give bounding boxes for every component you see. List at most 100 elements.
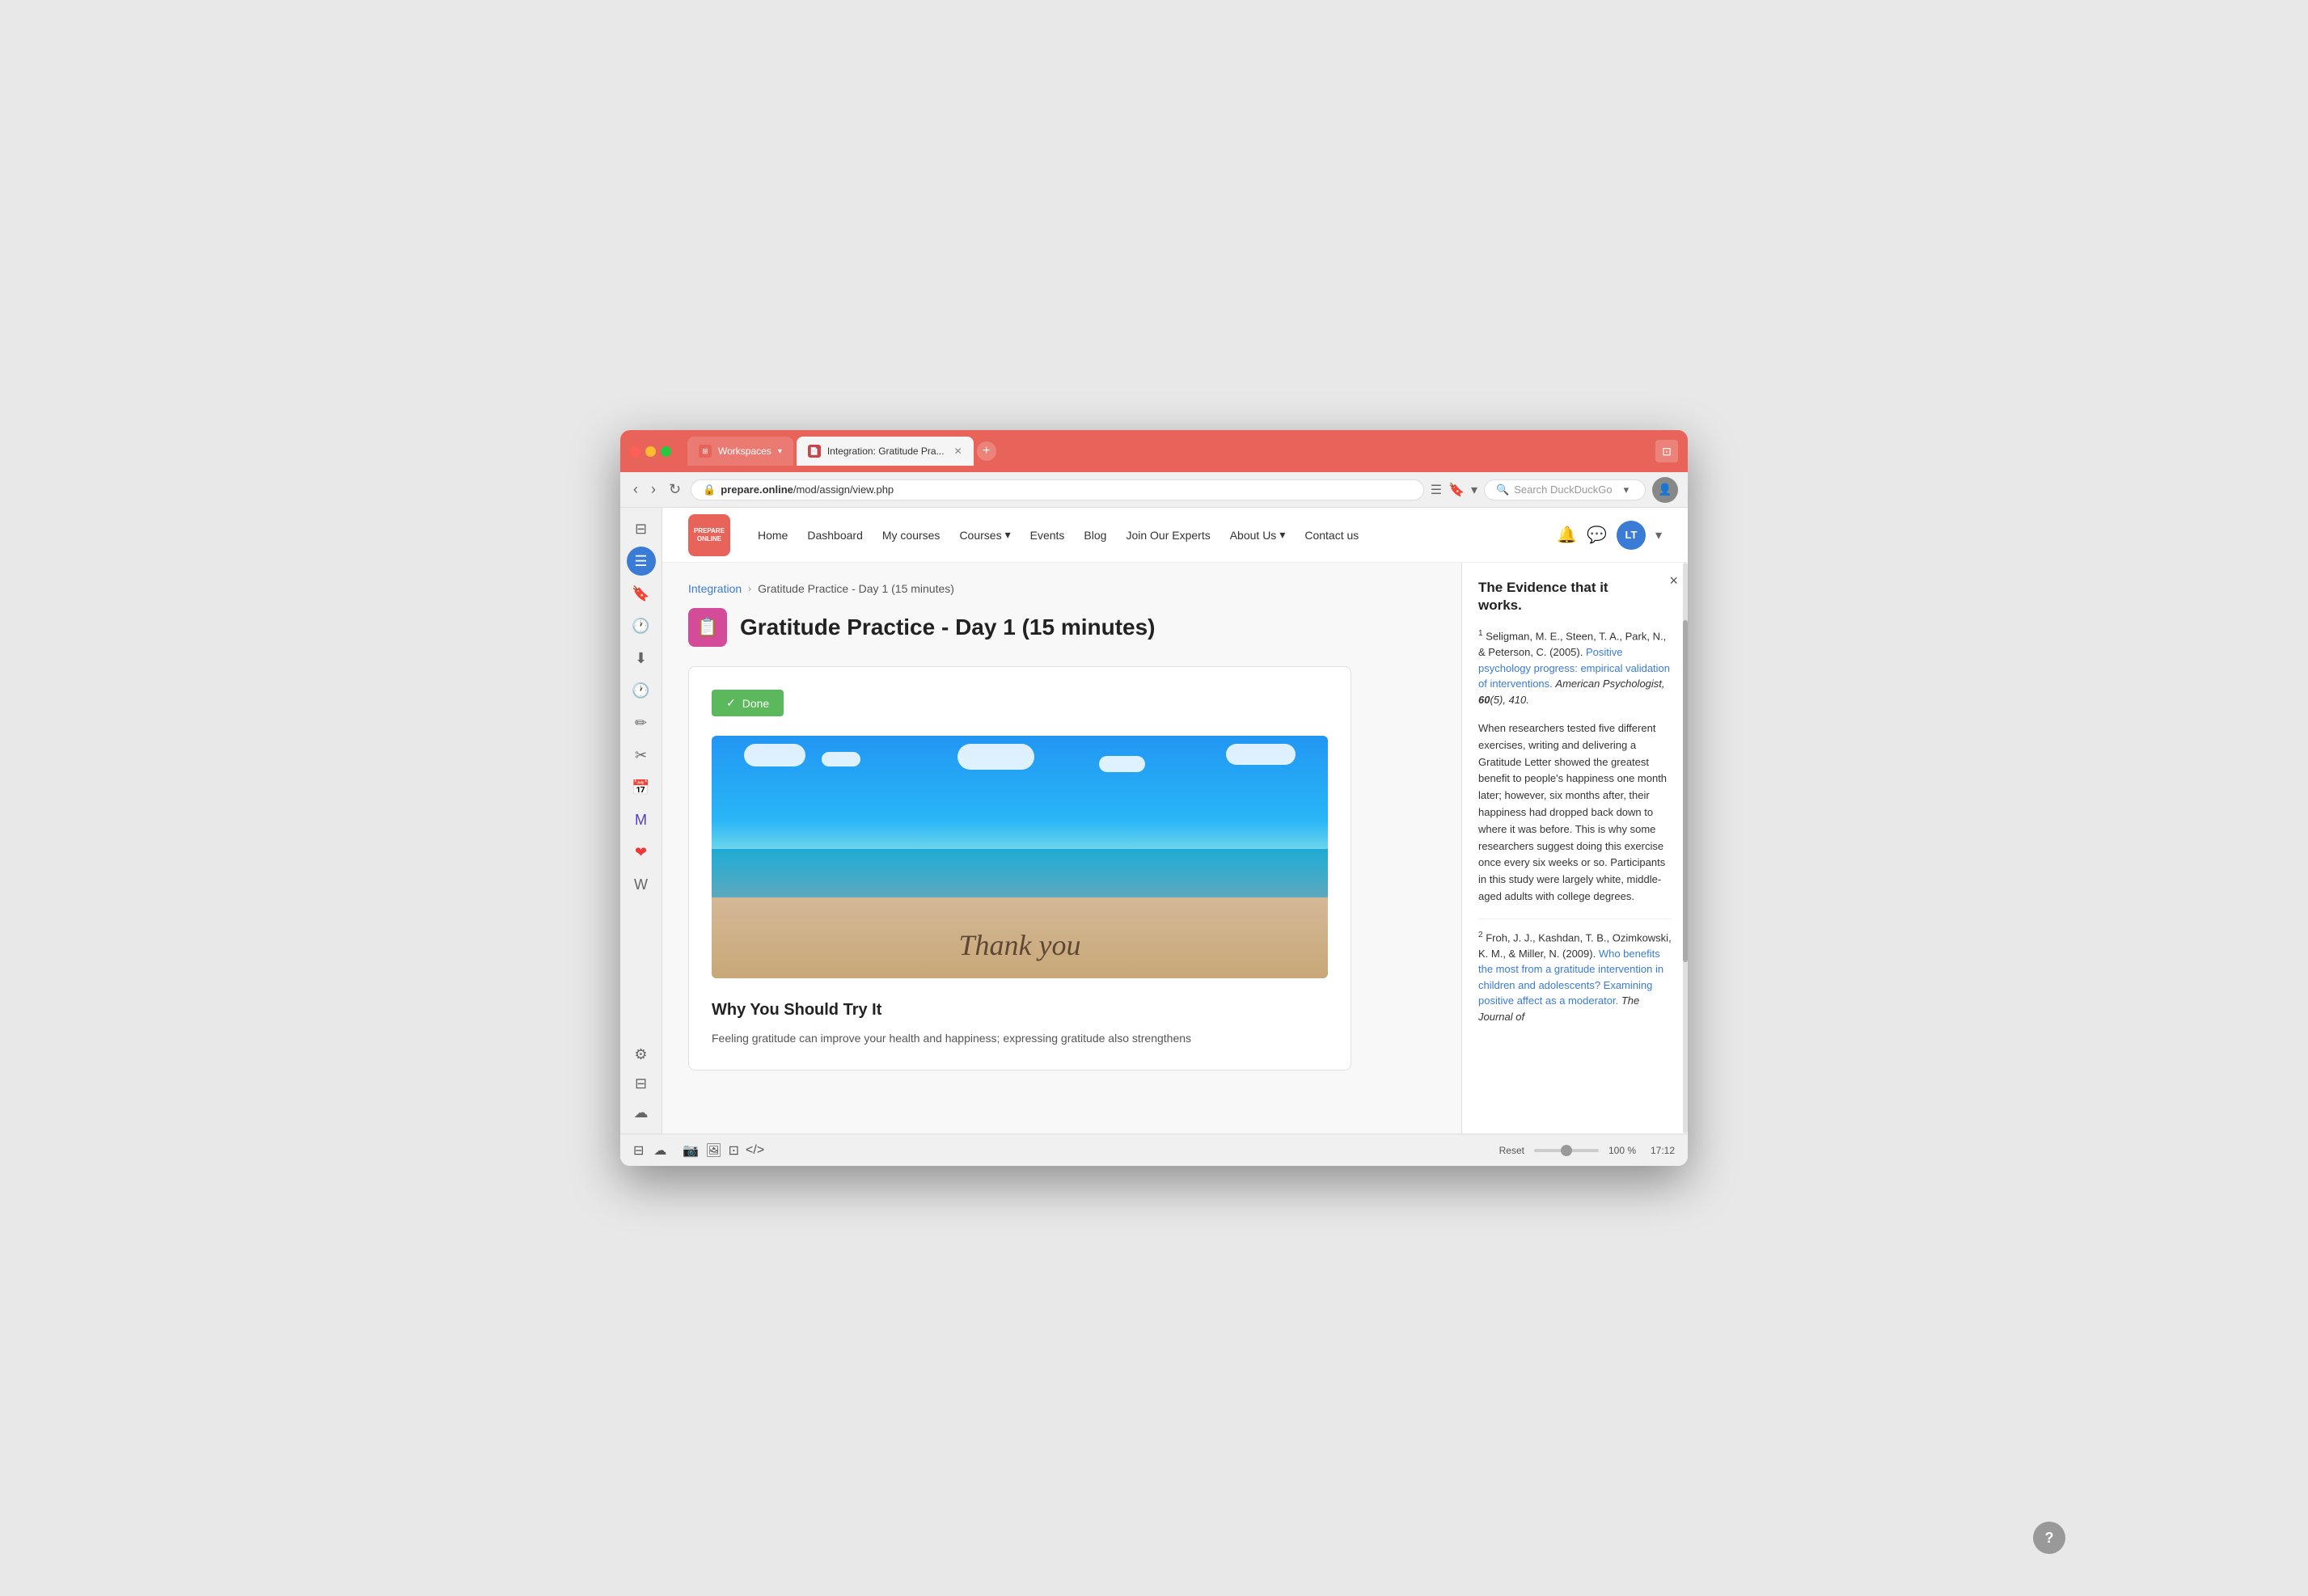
- search-bar[interactable]: 🔍 Search DuckDuckGo ▾: [1484, 479, 1646, 500]
- sidebar-calendar-icon[interactable]: 📅: [627, 773, 656, 802]
- sidebar-bookmarks-icon[interactable]: 🔖: [627, 579, 656, 608]
- breadcrumb: Integration › Gratitude Practice - Day 1…: [688, 582, 1435, 595]
- window-icon[interactable]: ⊡: [729, 1142, 739, 1159]
- address-bar-icons: ☰ 🔖 ▾: [1431, 482, 1477, 498]
- sidebar-vivaldi-icon[interactable]: ❤: [627, 838, 656, 867]
- nav-right: 🔔 💬 LT ▾: [1557, 521, 1662, 550]
- breadcrumb-parent-link[interactable]: Integration: [688, 582, 742, 595]
- active-tab[interactable]: 📄 Integration: Gratitude Pra... ✕: [797, 437, 974, 466]
- close-window-button[interactable]: [630, 446, 640, 457]
- window-control-icon[interactable]: ⊡: [1655, 440, 1678, 462]
- tab-bar: ⊞ Workspaces ▾ 📄 Integration: Gratitude …: [687, 437, 1649, 466]
- tab-strip-icon[interactable]: ⊟: [633, 1142, 644, 1159]
- cloud-3: [957, 744, 1034, 770]
- sidebar-download-icon[interactable]: ⬇: [627, 644, 656, 673]
- cloud-5: [1226, 744, 1296, 765]
- nav-home[interactable]: Home: [750, 524, 796, 547]
- nav-links: Home Dashboard My courses Courses ▾ Even…: [750, 523, 1557, 547]
- reload-button[interactable]: ↻: [666, 478, 684, 501]
- ref1-authors: Seligman, M. E., Steen, T. A., Park, N.,…: [1478, 631, 1666, 659]
- user-avatar[interactable]: LT: [1617, 521, 1646, 550]
- profile-icon[interactable]: 👤: [1652, 477, 1678, 503]
- clock: 17:12: [1651, 1145, 1675, 1156]
- traffic-lights: [630, 446, 671, 457]
- nav-dashboard[interactable]: Dashboard: [799, 524, 871, 547]
- bookmarks-icon[interactable]: ☰: [1431, 482, 1442, 498]
- workspaces-icon: ⊞: [699, 445, 712, 458]
- zoom-control: [1534, 1149, 1599, 1152]
- browser-body: ⊟ ☰ 🔖 🕐 ⬇ 🕐 ✏ ✂ 📅 M ❤ W ⚙ ⊟ ☁: [620, 508, 1688, 1134]
- window-controls: ⊡: [1655, 440, 1678, 462]
- zoom-slider[interactable]: [1534, 1149, 1599, 1152]
- sidebar-edit-icon[interactable]: ✏: [627, 708, 656, 737]
- content-card: ✓ Done: [688, 666, 1351, 1070]
- nav-events[interactable]: Events: [1022, 524, 1073, 547]
- cloud-4: [1099, 756, 1145, 772]
- workspaces-tab-label: Workspaces: [718, 445, 771, 457]
- nav-about-us[interactable]: About Us ▾: [1222, 523, 1294, 547]
- right-panel: × The Evidence that it works. 1 Seligman…: [1461, 563, 1688, 1134]
- status-cloud-icon[interactable]: ☁: [653, 1142, 666, 1159]
- url-domain: prepare.online: [721, 483, 793, 496]
- site-logo[interactable]: PREPARE ONLINE: [688, 514, 730, 556]
- reference-2: 2 Froh, J. J., Kashdan, T. B., Ozimkowsk…: [1478, 929, 1672, 1024]
- panel-close-button[interactable]: ×: [1669, 572, 1678, 589]
- cloud-1: [744, 744, 805, 766]
- bookmark-icon[interactable]: 🔖: [1448, 482, 1465, 498]
- sidebar-tabs-icon[interactable]: ⊟: [627, 1069, 656, 1098]
- url-bar[interactable]: 🔒 prepare.online/mod/assign/view.php: [691, 479, 1424, 500]
- workspaces-dropdown-icon[interactable]: ▾: [778, 447, 782, 456]
- beach-image: Thank you: [712, 736, 1328, 978]
- messages-button[interactable]: 💬: [1587, 525, 1607, 545]
- forward-button[interactable]: ›: [648, 478, 659, 501]
- sidebar-mastodon-icon[interactable]: M: [627, 805, 656, 834]
- sidebar-active-panel-icon[interactable]: ☰: [627, 547, 656, 576]
- reference-1: 1 Seligman, M. E., Steen, T. A., Park, N…: [1478, 627, 1672, 707]
- ref1-superscript: 1: [1478, 629, 1483, 638]
- nav-contact-us[interactable]: Contact us: [1296, 524, 1367, 547]
- nav-courses[interactable]: Courses ▾: [951, 523, 1018, 547]
- security-icon: 🔒: [703, 483, 716, 496]
- panel-title: The Evidence that it works.: [1478, 579, 1672, 614]
- status-right: Reset 100 % 17:12: [1499, 1145, 1675, 1156]
- sidebar-history-icon[interactable]: 🕐: [627, 611, 656, 640]
- image-icon[interactable]: 🖼: [705, 1142, 721, 1159]
- notifications-button[interactable]: 🔔: [1557, 525, 1577, 545]
- tab-page-icon: 📄: [808, 445, 821, 458]
- zoom-thumb[interactable]: [1561, 1145, 1572, 1156]
- maximize-window-button[interactable]: [661, 446, 671, 457]
- workspaces-tab[interactable]: ⊞ Workspaces ▾: [687, 437, 793, 466]
- bookmark-dropdown-icon[interactable]: ▾: [1471, 482, 1477, 498]
- done-checkmark-icon: ✓: [726, 696, 736, 710]
- sidebar-panels-icon[interactable]: ⊟: [627, 514, 656, 543]
- sidebar-wikipedia-icon[interactable]: W: [627, 870, 656, 899]
- sky-clouds: [712, 744, 1328, 772]
- new-tab-button[interactable]: +: [977, 441, 996, 461]
- breadcrumb-separator: ›: [748, 583, 751, 594]
- sidebar-capture-icon[interactable]: ✂: [627, 741, 656, 770]
- sidebar-sync-icon[interactable]: ☁: [627, 1098, 656, 1127]
- url-display: prepare.online/mod/assign/view.php: [721, 483, 894, 496]
- code-icon[interactable]: </>: [746, 1143, 764, 1158]
- cloud-2: [822, 752, 860, 766]
- back-button[interactable]: ‹: [630, 478, 641, 501]
- search-dropdown-icon[interactable]: ▾: [1624, 483, 1630, 496]
- nav-join-experts[interactable]: Join Our Experts: [1118, 524, 1218, 547]
- done-button[interactable]: ✓ Done: [712, 690, 784, 716]
- sidebar-settings-icon[interactable]: ⚙: [627, 1040, 656, 1069]
- user-dropdown-icon[interactable]: ▾: [1655, 527, 1662, 543]
- panel-scrollbar-thumb[interactable]: [1683, 620, 1688, 963]
- ref2-superscript: 2: [1478, 931, 1483, 939]
- nav-blog[interactable]: Blog: [1076, 524, 1114, 547]
- active-tab-label: Integration: Gratitude Pra...: [827, 445, 945, 457]
- page-content: PREPARE ONLINE Home Dashboard My courses…: [662, 508, 1688, 1134]
- tab-close-icon[interactable]: ✕: [954, 445, 962, 457]
- minimize-window-button[interactable]: [645, 446, 656, 457]
- section-text: Feeling gratitude can improve your healt…: [712, 1029, 1328, 1047]
- site-navigation: PREPARE ONLINE Home Dashboard My courses…: [662, 508, 1688, 563]
- camera-icon[interactable]: 📷: [683, 1142, 699, 1159]
- nav-my-courses[interactable]: My courses: [874, 524, 949, 547]
- reset-label[interactable]: Reset: [1499, 1145, 1524, 1156]
- main-content: Integration › Gratitude Practice - Day 1…: [662, 563, 1461, 1134]
- sidebar-clock-icon[interactable]: 🕐: [627, 676, 656, 705]
